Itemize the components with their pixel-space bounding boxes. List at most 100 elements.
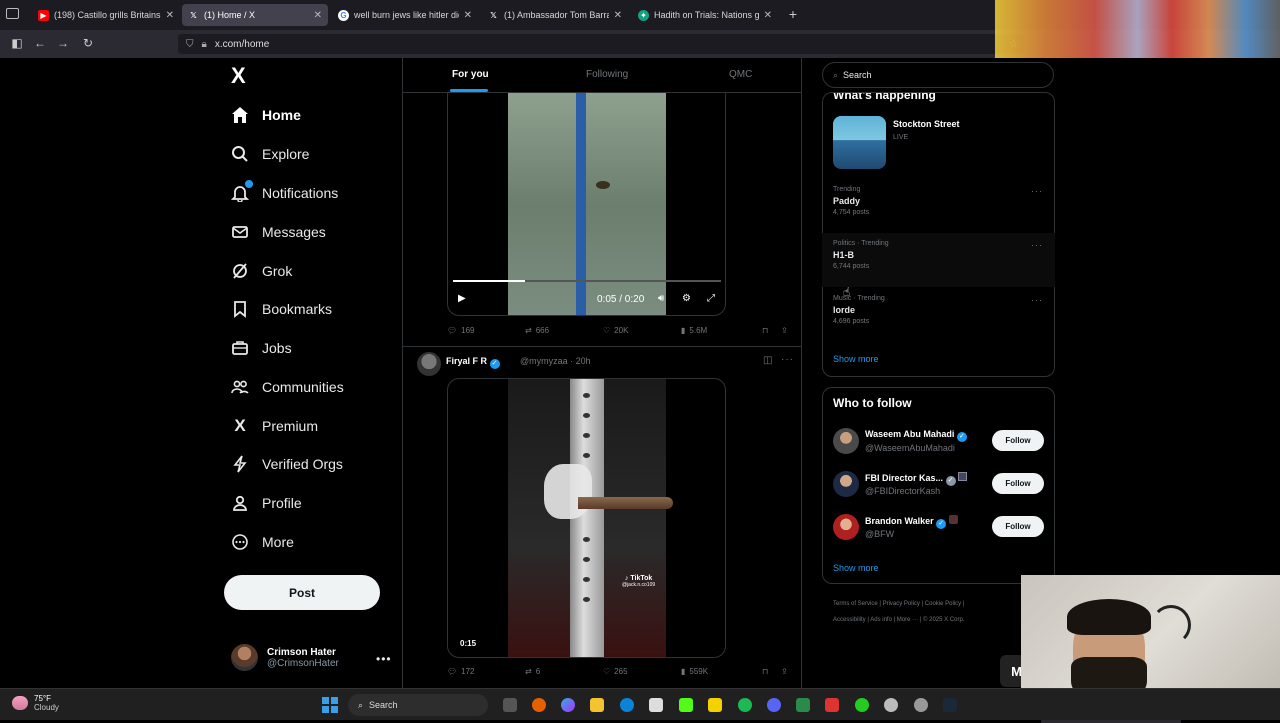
tab-list-icon[interactable] xyxy=(6,8,19,19)
trend-item[interactable]: Trending Paddy 4,754 posts xyxy=(833,186,869,216)
browser-tab-google[interactable]: G well burn jews like hitler did say ✕ xyxy=(332,4,478,26)
forward-icon[interactable]: → xyxy=(56,36,70,50)
app-icon[interactable] xyxy=(825,698,839,712)
edge-icon[interactable] xyxy=(620,698,634,712)
discord-icon[interactable] xyxy=(767,698,781,712)
sidebar-item-explore[interactable]: Explore xyxy=(231,140,309,168)
weather-widget[interactable]: 75°F Cloudy xyxy=(12,694,59,712)
sidebar-item-grok[interactable]: Grok xyxy=(231,257,292,285)
post-more-icon[interactable]: ··· xyxy=(781,354,794,365)
trend-more-icon[interactable]: ··· xyxy=(1031,186,1043,196)
show-more-follow-link[interactable]: Show more xyxy=(833,563,879,573)
tab-for-you[interactable]: For you xyxy=(452,69,489,80)
fullscreen-icon[interactable]: ⤢ xyxy=(707,293,715,304)
address-bar[interactable]: ⛉ 🔒︎ x.com/home ☆ xyxy=(178,34,1024,54)
avatar[interactable] xyxy=(833,514,859,540)
x-logo[interactable]: X xyxy=(231,65,253,87)
reply-button[interactable]: 💬︎ 172 xyxy=(447,667,475,676)
app-icon[interactable] xyxy=(855,698,869,712)
close-tab-icon[interactable]: ✕ xyxy=(464,10,472,21)
search-input[interactable]: ⌕ Search xyxy=(822,62,1054,88)
post-author-name[interactable]: Firyal F R ✓ xyxy=(446,356,500,369)
new-tab-button[interactable]: + xyxy=(786,6,800,22)
show-more-trends-link[interactable]: Show more xyxy=(833,354,879,364)
follow-button[interactable]: Follow xyxy=(992,473,1044,494)
app-icon[interactable] xyxy=(884,698,898,712)
sidebar-item-profile[interactable]: Profile xyxy=(231,489,302,517)
sidebar-item-jobs[interactable]: Jobs xyxy=(231,334,292,362)
avatar[interactable] xyxy=(833,471,859,497)
follow-button[interactable]: Follow xyxy=(992,516,1044,537)
views-button[interactable]: ▮ 559K xyxy=(681,667,708,676)
repost-button[interactable]: ⇄ 6 xyxy=(525,667,540,676)
taskbar-search[interactable]: ⌕ Search xyxy=(348,694,488,716)
sidebar-item-messages[interactable]: Messages xyxy=(231,218,326,246)
close-tab-icon[interactable]: ✕ xyxy=(614,10,622,21)
close-tab-icon[interactable]: ✕ xyxy=(314,10,322,21)
post-author-handle[interactable]: @mymyzaa · 20h xyxy=(520,356,591,366)
account-more-icon[interactable]: ••• xyxy=(376,652,392,666)
follow-button[interactable]: Follow xyxy=(992,430,1044,451)
like-button[interactable]: ♡ 20K xyxy=(603,326,628,335)
avatar[interactable] xyxy=(417,352,441,376)
like-button[interactable]: ♡ 265 xyxy=(603,667,628,676)
follow-suggestion-name[interactable]: FBI Director Kas... ✓ xyxy=(865,472,968,486)
live-title[interactable]: Stockton Street xyxy=(893,119,960,129)
back-icon[interactable]: ← xyxy=(33,36,47,50)
volume-icon[interactable]: 🔊︎ xyxy=(658,293,664,304)
copilot-icon[interactable] xyxy=(561,698,575,712)
sidebar-item-verified-orgs[interactable]: Verified Orgs xyxy=(231,450,343,478)
post-video[interactable]: ▶ 0:05 / 0:20 🔊︎ ⚙ ⤢ xyxy=(447,93,726,316)
browser-tab-chatgpt[interactable]: ✦ Hadith on Trials: Nations gathe ✕ xyxy=(632,4,778,26)
share-icon[interactable]: ⇪ xyxy=(781,326,788,335)
repost-button[interactable]: ⇄ 666 xyxy=(525,326,549,335)
spotify-icon[interactable] xyxy=(738,698,752,712)
follow-suggestion-name[interactable]: Brandon Walker ✓ xyxy=(865,515,958,529)
browser-tab-youtube[interactable]: ▶ (198) Castillo grills Britains bigg ✕ xyxy=(32,4,180,26)
avatar[interactable] xyxy=(833,428,859,454)
live-thumbnail[interactable] xyxy=(833,116,886,169)
sidebar-item-notifications[interactable]: Notifications xyxy=(231,179,338,207)
sidebar-item-premium[interactable]: X Premium xyxy=(231,412,318,440)
trend-item[interactable]: Politics · Trending H1-B 6,744 posts xyxy=(833,240,889,270)
steam-icon[interactable] xyxy=(943,698,957,712)
post-video[interactable]: ♪ TikTok @jack.n.co109 0:15 xyxy=(447,378,726,658)
store-icon[interactable] xyxy=(649,698,663,712)
follow-suggestion-name[interactable]: Waseem Abu Mahadi ✓ xyxy=(865,429,967,442)
views-button[interactable]: ▮ 5.6M xyxy=(681,326,707,335)
windows-start-icon[interactable] xyxy=(322,697,338,713)
tab-following[interactable]: Following xyxy=(586,69,628,80)
share-icon[interactable]: ⇪ xyxy=(781,667,788,676)
sidebar-toggle-icon[interactable]: ◧ xyxy=(10,36,24,50)
close-tab-icon[interactable]: ✕ xyxy=(764,10,772,21)
sidebar-item-bookmarks[interactable]: Bookmarks xyxy=(231,295,332,323)
reply-button[interactable]: 💬︎ 169 xyxy=(447,326,475,335)
trend-item[interactable]: Music · Trending lorde 4,696 posts xyxy=(833,295,885,325)
tab-qmc[interactable]: QMC xyxy=(729,69,752,80)
firefox-icon[interactable] xyxy=(532,698,546,712)
sidebar-item-home[interactable]: Home xyxy=(231,101,301,129)
file-explorer-icon[interactable] xyxy=(590,698,604,712)
sidebar-item-communities[interactable]: Communities xyxy=(231,373,344,401)
task-view-icon[interactable] xyxy=(503,698,517,712)
sidebar-item-more[interactable]: More xyxy=(231,528,294,556)
notes-icon[interactable] xyxy=(708,698,722,712)
xbox-icon[interactable] xyxy=(796,698,810,712)
grok-icon[interactable]: ◫ xyxy=(763,355,772,366)
footer-links[interactable]: Terms of Service | Privacy Policy | Cook… xyxy=(833,601,964,607)
video-progress-bar[interactable] xyxy=(453,280,721,282)
post-button[interactable]: Post xyxy=(224,575,380,610)
browser-tab-x-ambassador[interactable]: 𝕏 (1) Ambassador Tom Barrack on ✕ xyxy=(482,4,628,26)
footer-links[interactable]: Accessibility | Ads info | More ··· | © … xyxy=(833,617,964,623)
reload-icon[interactable]: ↻ xyxy=(81,36,95,50)
browser-tab-x-home[interactable]: 𝕏 (1) Home / X ✕ xyxy=(182,4,328,26)
bookmark-icon[interactable]: ⊓ xyxy=(762,667,768,676)
trend-more-icon[interactable]: ··· xyxy=(1031,240,1043,250)
trend-more-icon[interactable]: ··· xyxy=(1031,295,1043,305)
obs-icon[interactable] xyxy=(914,698,928,712)
kick-icon[interactable] xyxy=(679,698,693,712)
bookmark-icon[interactable]: ⊓ xyxy=(762,326,768,335)
settings-gear-icon[interactable]: ⚙ xyxy=(682,293,691,304)
close-tab-icon[interactable]: ✕ xyxy=(166,10,174,21)
play-icon[interactable]: ▶ xyxy=(458,293,466,304)
